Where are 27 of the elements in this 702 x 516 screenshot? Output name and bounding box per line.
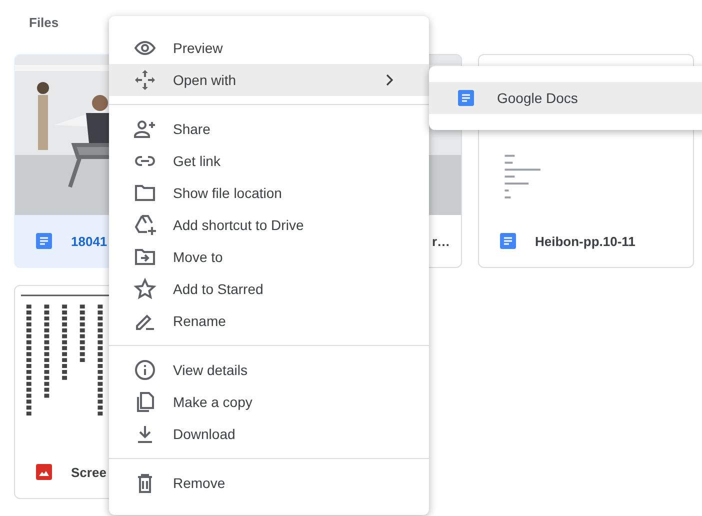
file-name: Heibon-pp.10-11	[535, 234, 636, 248]
menu-item[interactable]: Add shortcut to Drive	[109, 209, 429, 241]
move-arrows-icon	[133, 68, 157, 92]
menu-item[interactable]: View details	[109, 354, 429, 386]
menu-item[interactable]: Share	[109, 113, 429, 145]
drive-plus-icon	[133, 213, 157, 237]
image-icon	[35, 463, 53, 481]
document-icon	[457, 89, 475, 107]
menu-item[interactable]: Get link	[109, 145, 429, 177]
menu-item[interactable]: Add to Starred	[109, 273, 429, 305]
menu-item[interactable]: Make a copy	[109, 386, 429, 418]
menu-item[interactable]: Show file location	[109, 177, 429, 209]
star-icon	[133, 277, 157, 301]
menu-item[interactable]: Move to	[109, 241, 429, 273]
info-icon	[133, 358, 157, 382]
menu-item[interactable]: Rename	[109, 305, 429, 337]
file-name: r…	[432, 234, 450, 248]
menu-item[interactable]: Google Docs	[429, 82, 702, 114]
document-icon	[499, 232, 517, 250]
section-title: Files	[29, 15, 59, 30]
file-name: 18041	[71, 234, 108, 248]
menu-item[interactable]: Remove	[109, 467, 429, 499]
menu-item[interactable]: Open with	[109, 64, 429, 96]
menu-item[interactable]: Download	[109, 418, 429, 450]
menu-item[interactable]: Preview	[109, 32, 429, 64]
file-name: Scree	[71, 464, 106, 480]
document-icon	[35, 232, 53, 250]
